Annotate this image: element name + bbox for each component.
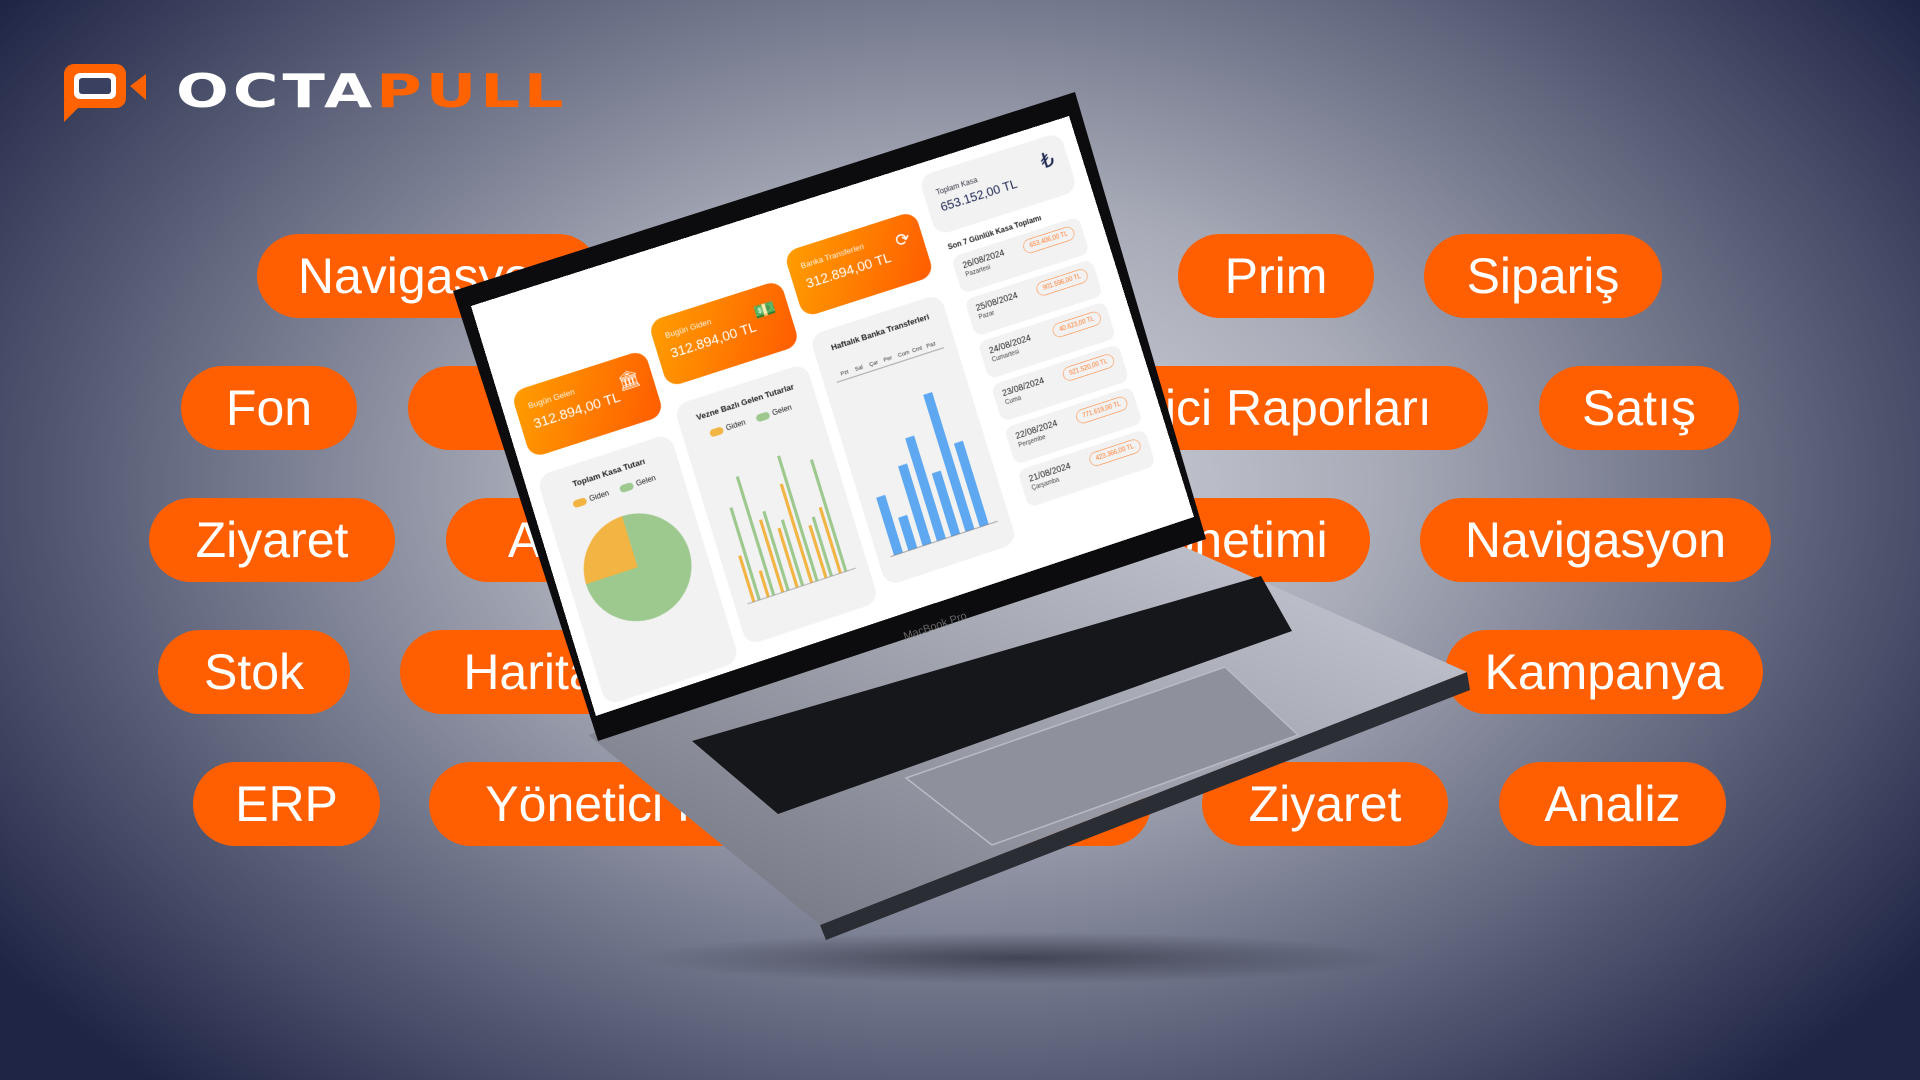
- bar-gelen: [735, 476, 776, 596]
- tick-label: Per: [883, 355, 893, 363]
- axis-line: [837, 348, 944, 383]
- tick-label: Cmt: [912, 346, 924, 355]
- bar-gelen: [729, 507, 761, 601]
- tick-label: Paz: [926, 341, 937, 350]
- weekly-bar: [876, 494, 903, 556]
- weekly-bar: [898, 514, 918, 551]
- laptop-shadow: [640, 932, 1400, 984]
- tick-label: Cum: [897, 350, 910, 359]
- tick-label: Çar: [869, 360, 879, 368]
- tick-label: Sal: [854, 365, 863, 373]
- bar-gelen: [809, 459, 848, 572]
- tick-label: Pzt: [840, 369, 850, 377]
